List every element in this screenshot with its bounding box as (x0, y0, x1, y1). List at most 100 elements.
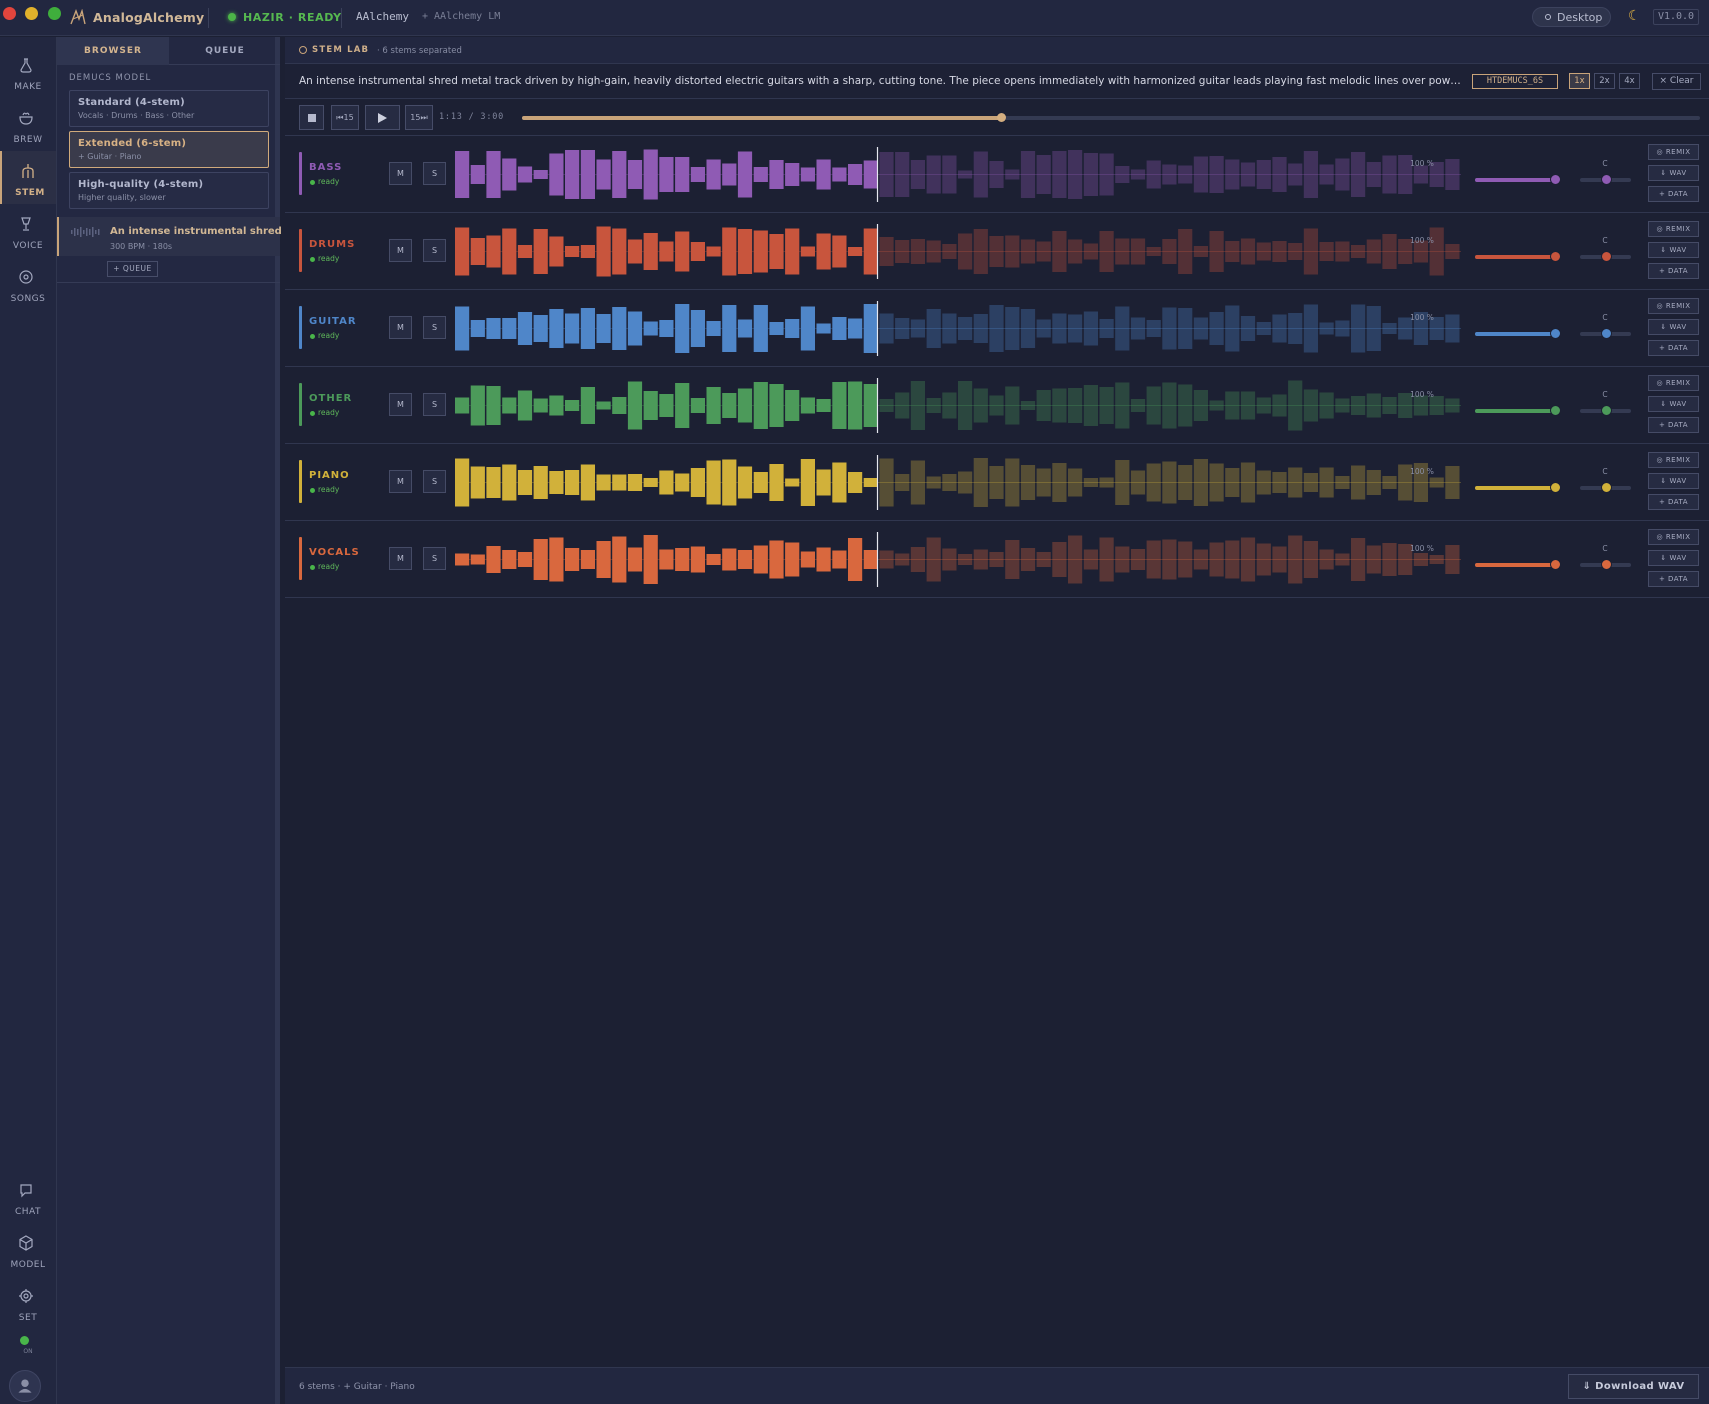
model-sub: + AAlchemy LM (422, 11, 501, 22)
pan-handle[interactable] (1601, 174, 1612, 185)
wav-download-button[interactable]: ⇓ WAV (1648, 550, 1699, 566)
wav-download-button[interactable]: ⇓ WAV (1648, 473, 1699, 489)
avatar[interactable] (9, 1370, 41, 1402)
waveform-bar (1366, 470, 1381, 495)
volume-slider[interactable] (1475, 328, 1561, 339)
track-waveform[interactable] (455, 532, 1461, 587)
mute-button[interactable]: M (389, 547, 412, 570)
clear-button[interactable]: × Clear (1652, 73, 1701, 90)
volume-handle[interactable] (1550, 328, 1561, 339)
moon-icon[interactable]: ☾ (1628, 8, 1641, 24)
track-waveform[interactable] (455, 455, 1461, 510)
nav-make[interactable]: MAKE (0, 45, 56, 98)
data-button[interactable]: + DATA (1648, 494, 1699, 510)
desktop-mode-toggle[interactable]: Desktop (1532, 7, 1611, 27)
song-list-item[interactable]: An intense instrumental shred m... 300 B… (57, 217, 307, 256)
waveform-bar (753, 167, 768, 182)
waveform-bar (942, 392, 957, 419)
pan-slider[interactable] (1580, 405, 1631, 416)
nav-brew[interactable]: BREW (0, 98, 56, 151)
solo-button[interactable]: S (423, 239, 446, 262)
volume-slider[interactable] (1475, 405, 1561, 416)
volume-handle[interactable] (1550, 405, 1561, 416)
mute-button[interactable]: M (389, 470, 412, 493)
waveform-bar (1288, 535, 1303, 584)
play-button[interactable] (365, 105, 400, 130)
wav-download-button[interactable]: ⇓ WAV (1648, 242, 1699, 258)
nav-chat[interactable]: CHAT (0, 1170, 56, 1223)
minimize-window-button[interactable] (25, 7, 38, 20)
remix-button[interactable]: ◎ REMIX (1648, 221, 1699, 237)
zoom-2x-button[interactable]: 2x (1594, 73, 1615, 89)
wav-download-button[interactable]: ⇓ WAV (1648, 319, 1699, 335)
mute-button[interactable]: M (389, 239, 412, 262)
volume-slider[interactable] (1475, 482, 1561, 493)
nav-model[interactable]: MODEL (0, 1223, 56, 1276)
track-waveform[interactable] (455, 301, 1461, 356)
download-wav-button[interactable]: ⇓ Download WAV (1568, 1374, 1699, 1399)
close-window-button[interactable] (3, 7, 16, 20)
solo-button[interactable]: S (423, 470, 446, 493)
wav-download-button[interactable]: ⇓ WAV (1648, 396, 1699, 412)
pan-handle[interactable] (1601, 559, 1612, 570)
volume-handle[interactable] (1550, 559, 1561, 570)
stop-button[interactable] (299, 105, 324, 130)
data-button[interactable]: + DATA (1648, 263, 1699, 279)
remix-button[interactable]: ◎ REMIX (1648, 529, 1699, 545)
data-button[interactable]: + DATA (1648, 340, 1699, 356)
solo-button[interactable]: S (423, 547, 446, 570)
volume-handle[interactable] (1550, 174, 1561, 185)
pan-slider[interactable] (1580, 328, 1631, 339)
solo-button[interactable]: S (423, 316, 446, 339)
mute-button[interactable]: M (389, 393, 412, 416)
model-option-standard[interactable]: Standard (4-stem) Vocals · Drums · Bass … (69, 90, 269, 127)
pan-slider[interactable] (1580, 559, 1631, 570)
waveform-bar (1240, 238, 1256, 265)
remix-button[interactable]: ◎ REMIX (1648, 144, 1699, 160)
remix-button[interactable]: ◎ REMIX (1648, 452, 1699, 468)
volume-slider[interactable] (1475, 174, 1561, 185)
nav-voice[interactable]: VOICE (0, 204, 56, 257)
mute-button[interactable]: M (389, 316, 412, 339)
zoom-1x-button[interactable]: 1x (1569, 73, 1590, 89)
waveform-bar (502, 318, 517, 339)
skip-forward-button[interactable]: 15⏭ (405, 105, 433, 130)
add-to-queue-button[interactable]: + QUEUE (107, 261, 158, 277)
pan-slider[interactable] (1580, 174, 1631, 185)
model-option-high-quality[interactable]: High-quality (4-stem) Higher quality, sl… (69, 172, 269, 209)
pan-handle[interactable] (1601, 482, 1612, 493)
nav-stem[interactable]: STEM (0, 151, 56, 204)
track-waveform[interactable] (455, 224, 1461, 279)
nav-settings[interactable]: SET (0, 1276, 56, 1329)
solo-button[interactable]: S (423, 393, 446, 416)
tab-queue[interactable]: QUEUE (169, 37, 281, 65)
volume-slider[interactable] (1475, 559, 1561, 570)
data-button[interactable]: + DATA (1648, 417, 1699, 433)
tab-browser[interactable]: BROWSER (57, 37, 169, 65)
data-button[interactable]: + DATA (1648, 186, 1699, 202)
track-waveform[interactable] (455, 378, 1461, 433)
wav-download-button[interactable]: ⇓ WAV (1648, 165, 1699, 181)
pan-handle[interactable] (1601, 328, 1612, 339)
pan-handle[interactable] (1601, 251, 1612, 262)
track-waveform[interactable] (455, 147, 1461, 202)
model-option-extended[interactable]: Extended (6-stem) + Guitar · Piano (69, 131, 269, 168)
waveform-bar (926, 155, 941, 194)
maximize-window-button[interactable] (48, 7, 61, 20)
mute-button[interactable]: M (389, 162, 412, 185)
volume-handle[interactable] (1550, 251, 1561, 262)
solo-button[interactable]: S (423, 162, 446, 185)
seek-handle[interactable] (997, 113, 1007, 122)
seek-bar[interactable] (522, 113, 1700, 122)
zoom-4x-button[interactable]: 4x (1619, 73, 1640, 89)
pan-slider[interactable] (1580, 251, 1631, 262)
pan-slider[interactable] (1580, 482, 1631, 493)
skip-back-button[interactable]: ⏮15 (331, 105, 359, 130)
remix-button[interactable]: ◎ REMIX (1648, 375, 1699, 391)
volume-slider[interactable] (1475, 251, 1561, 262)
remix-button[interactable]: ◎ REMIX (1648, 298, 1699, 314)
nav-songs[interactable]: SONGS (0, 257, 56, 310)
data-button[interactable]: + DATA (1648, 571, 1699, 587)
volume-handle[interactable] (1550, 482, 1561, 493)
pan-handle[interactable] (1601, 405, 1612, 416)
